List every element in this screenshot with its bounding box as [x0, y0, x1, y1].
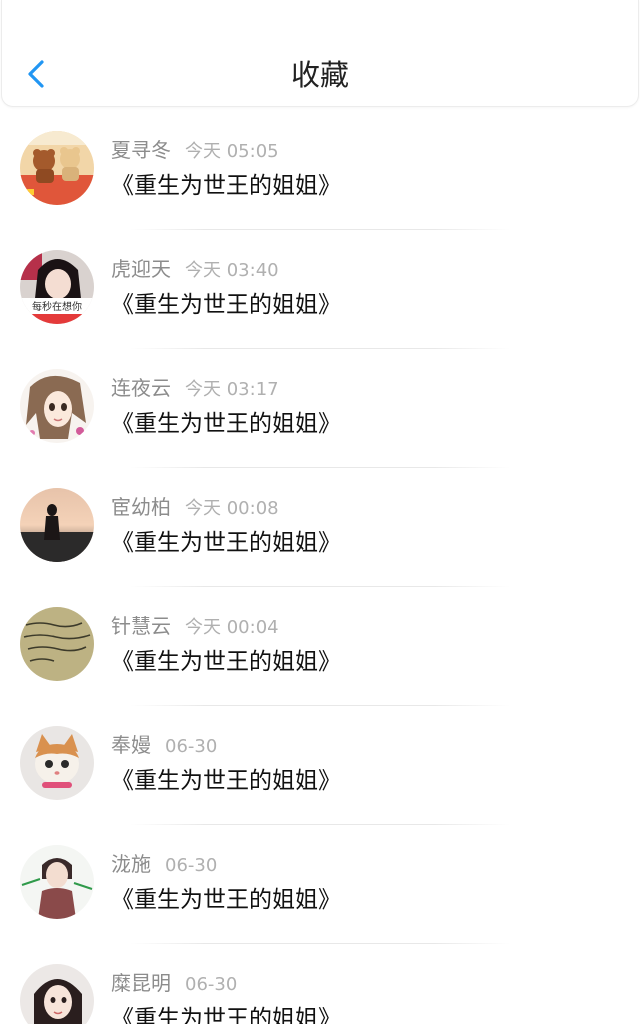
timestamp: 06-30	[165, 855, 218, 876]
book-title: 《重生为世王的姐姐》	[111, 411, 341, 437]
book-title: 《重生为世王的姐姐》	[111, 1006, 341, 1024]
user-name: 宦幼柏	[111, 495, 171, 519]
user-name: 虎迎天	[111, 257, 171, 281]
list-item[interactable]: 连夜云 今天 03:17 《重生为世王的姐姐》	[0, 349, 640, 468]
avatar[interactable]	[20, 964, 94, 1024]
timestamp: 今天 03:40	[185, 260, 279, 281]
timestamp: 06-30	[165, 736, 218, 757]
timestamp: 今天 00:04	[185, 617, 279, 638]
avatar[interactable]	[20, 726, 94, 800]
user-name: 糜昆明	[111, 971, 171, 995]
list-item[interactable]: 泷施 06-30 《重生为世王的姐姐》	[0, 825, 640, 944]
item-meta: 针慧云 今天 00:04	[111, 611, 279, 641]
avatar-caption: 每秒在想你	[32, 300, 82, 313]
avatar[interactable]	[20, 607, 94, 681]
book-title: 《重生为世王的姐姐》	[111, 530, 341, 556]
avatar[interactable]	[20, 845, 94, 919]
list-item[interactable]: 夏寻冬 今天 05:05 《重生为世王的姐姐》	[0, 111, 640, 230]
book-title: 《重生为世王的姐姐》	[111, 292, 341, 318]
list-item[interactable]: 针慧云 今天 00:04 《重生为世王的姐姐》	[0, 587, 640, 706]
book-title: 《重生为世王的姐姐》	[111, 173, 341, 199]
timestamp: 今天 05:05	[185, 141, 279, 162]
avatar[interactable]	[20, 131, 94, 205]
timestamp: 今天 03:17	[185, 379, 279, 400]
avatar[interactable]: 每秒在想你	[20, 250, 94, 324]
book-title: 《重生为世王的姐姐》	[111, 887, 341, 913]
book-title: 《重生为世王的姐姐》	[111, 649, 341, 675]
user-name: 夏寻冬	[111, 138, 171, 162]
avatar[interactable]	[20, 369, 94, 443]
item-meta: 连夜云 今天 03:17	[111, 373, 279, 403]
item-meta: 糜昆明 06-30	[111, 968, 237, 998]
favorites-page: 收藏 夏寻冬 今天 05:05 《重生为世王的姐姐》 每秒在想你 虎迎天 今天 …	[0, 0, 640, 1024]
list-item[interactable]: 奉嫚 06-30 《重生为世王的姐姐》	[0, 706, 640, 825]
user-name: 连夜云	[111, 376, 171, 400]
timestamp: 今天 00:08	[185, 498, 279, 519]
list-item[interactable]: 糜昆明 06-30 《重生为世王的姐姐》	[0, 944, 640, 1024]
item-meta: 虎迎天 今天 03:40	[111, 254, 279, 284]
book-title: 《重生为世王的姐姐》	[111, 768, 341, 794]
avatar[interactable]	[20, 488, 94, 562]
user-name: 奉嫚	[111, 733, 151, 757]
item-meta: 泷施 06-30	[111, 849, 217, 879]
user-name: 泷施	[111, 852, 151, 876]
item-meta: 夏寻冬 今天 05:05	[111, 135, 279, 165]
list-item[interactable]: 每秒在想你 虎迎天 今天 03:40 《重生为世王的姐姐》	[0, 230, 640, 349]
top-nav-bar: 收藏	[1, 0, 639, 107]
list-item[interactable]: 宦幼柏 今天 00:08 《重生为世王的姐姐》	[0, 468, 640, 587]
favorites-list: 夏寻冬 今天 05:05 《重生为世王的姐姐》 每秒在想你 虎迎天 今天 03:40	[0, 111, 640, 1024]
item-meta: 宦幼柏 今天 00:08	[111, 492, 279, 522]
user-name: 针慧云	[111, 614, 171, 638]
timestamp: 06-30	[185, 974, 238, 995]
page-title: 收藏	[290, 58, 349, 92]
item-meta: 奉嫚 06-30	[111, 730, 217, 760]
